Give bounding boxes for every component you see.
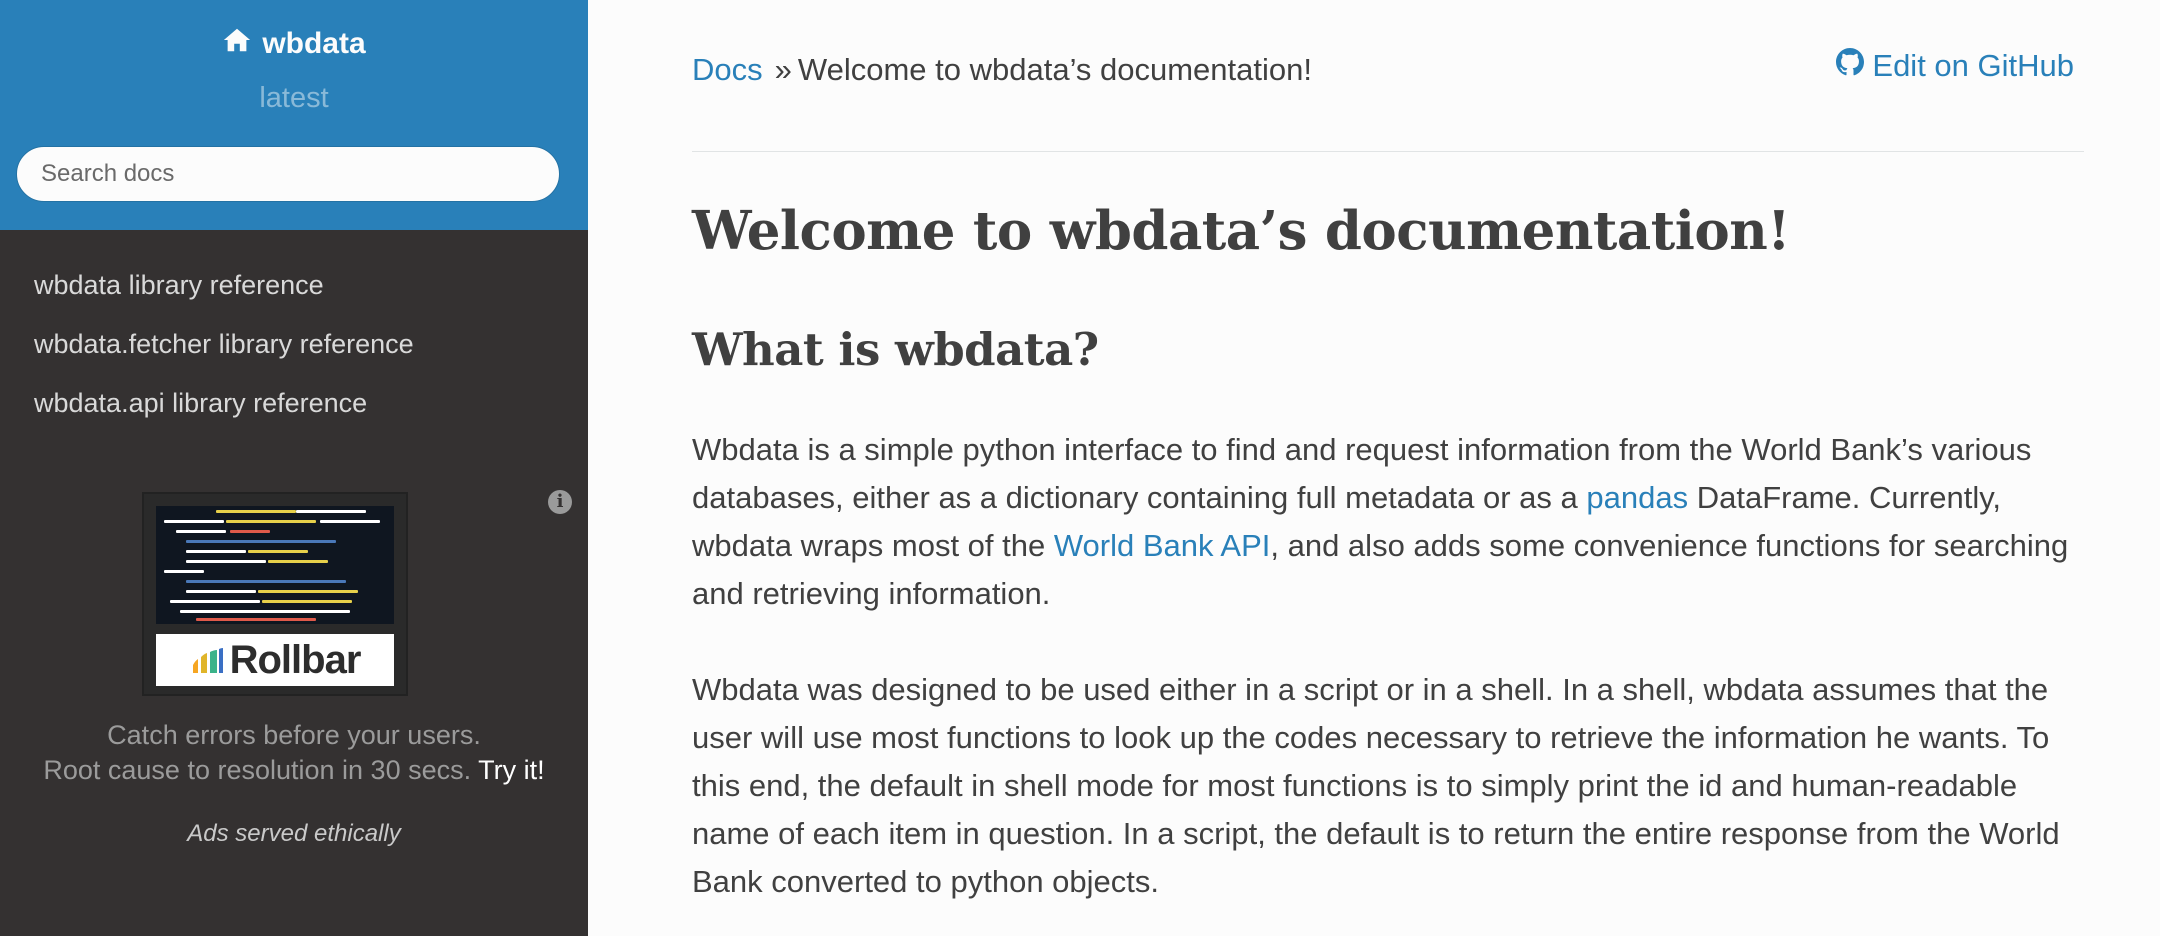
ad-image[interactable]: Rollbar bbox=[142, 492, 408, 696]
ads-ethical-link[interactable]: Ads served ethically bbox=[0, 820, 588, 848]
sponsored-ad: i Rollbar Catch errors before your users… bbox=[0, 490, 588, 870]
home-link[interactable]: wbdata bbox=[0, 26, 588, 62]
intro-paragraph: Wbdata is a simple python interface to f… bbox=[692, 426, 2084, 618]
ad-line-2: Root cause to resolution in 30 secs. bbox=[43, 755, 472, 785]
info-icon[interactable]: i bbox=[548, 490, 572, 514]
project-name: wbdata bbox=[262, 27, 366, 60]
nav-item-wbdata-library[interactable]: wbdata library reference bbox=[0, 262, 588, 321]
home-icon bbox=[222, 26, 252, 62]
pandas-link[interactable]: pandas bbox=[1586, 480, 1688, 515]
version-label: latest bbox=[259, 82, 329, 114]
page-title: Welcome to wbdata’s documentation! bbox=[692, 200, 1791, 262]
nav-item-wbdata-api[interactable]: wbdata.api library reference bbox=[0, 380, 588, 439]
code-screenshot bbox=[156, 506, 394, 624]
ad-text: Catch errors before your users. Root cau… bbox=[0, 718, 588, 788]
breadcrumb-docs-link[interactable]: Docs bbox=[692, 52, 763, 87]
sidebar-header: wbdata latest bbox=[0, 0, 588, 230]
ad-line-1: Catch errors before your users. bbox=[107, 720, 481, 750]
breadcrumb: Docs» Welcome to wbdata’s documentation! … bbox=[692, 48, 2084, 102]
ad-cta-link[interactable]: Try it! bbox=[478, 755, 545, 785]
header-divider bbox=[692, 151, 2084, 152]
nav-item-wbdata-fetcher[interactable]: wbdata.fetcher library reference bbox=[0, 321, 588, 380]
rollbar-logo-icon bbox=[192, 648, 223, 673]
github-icon bbox=[1836, 48, 1865, 84]
section-heading: What is wbdata? bbox=[692, 323, 1099, 376]
world-bank-api-link[interactable]: World Bank API bbox=[1054, 528, 1271, 563]
breadcrumb-separator: » bbox=[774, 52, 792, 87]
rollbar-logo-text: Rollbar bbox=[229, 637, 362, 682]
sidebar: wbdata latest wbdata library reference w… bbox=[0, 0, 588, 936]
edit-on-github-link[interactable]: Edit on GitHub bbox=[1836, 48, 2074, 84]
rollbar-logo: Rollbar bbox=[156, 634, 394, 686]
edit-on-github-label: Edit on GitHub bbox=[1872, 48, 2074, 83]
design-paragraph: Wbdata was designed to be used either in… bbox=[692, 672, 2060, 899]
sidebar-nav: wbdata library reference wbdata.fetcher … bbox=[0, 262, 588, 439]
breadcrumb-current: Welcome to wbdata’s documentation! bbox=[797, 52, 1312, 87]
search-input[interactable] bbox=[16, 146, 560, 202]
